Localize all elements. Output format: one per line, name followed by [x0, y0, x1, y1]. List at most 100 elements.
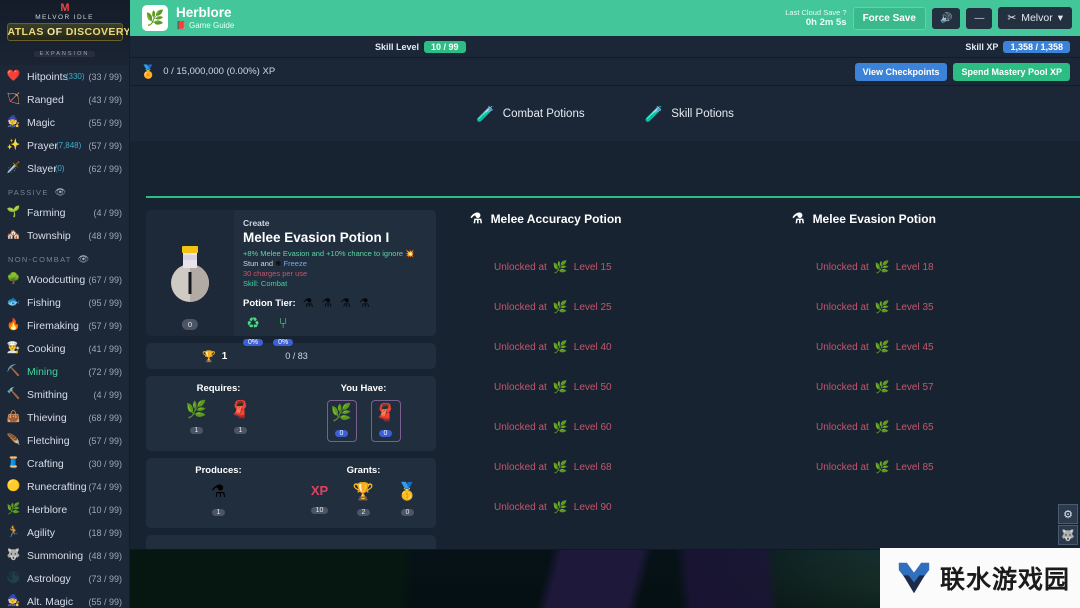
sidebar-item-agility[interactable]: 🏃 Agility (18 / 99): [0, 521, 129, 544]
volume-icon[interactable]: 🔊: [931, 7, 961, 29]
sidebar-item-extra: (7,848): [55, 141, 82, 150]
force-save-button[interactable]: Force Save: [852, 6, 926, 30]
eye-icon[interactable]: 👁: [55, 187, 68, 198]
mastery-pool-bar: 🏅 0 / 15,000,000 (0.00%) XP View Checkpo…: [130, 58, 1080, 86]
logo-expansion-label: EXPANSION: [33, 51, 96, 57]
item-qty: 1: [233, 427, 248, 434]
sidebar-item-summoning[interactable]: 🐺 Summoning (48 / 99): [0, 544, 129, 567]
minimize-button[interactable]: —: [966, 7, 993, 29]
herb-item[interactable]: 🌿 0: [326, 400, 357, 442]
sidebar-item-level: (30 / 99): [88, 458, 122, 469]
potion-preview: 0: [146, 210, 234, 336]
sidebar-item-farming[interactable]: 🌱 Farming (4 / 99): [0, 201, 129, 224]
sidebar-item-label: Firemaking: [27, 319, 79, 332]
sidebar-item-herblore[interactable]: 🌿 Herblore (10 / 99): [0, 498, 129, 521]
doubling-bonus-value: 0%: [273, 339, 294, 346]
sidebar-item-prayer[interactable]: ✨ Prayer (7,848) (57 / 99): [0, 134, 129, 157]
sidebar-item-mining[interactable]: ⛏️ Mining (72 / 99): [0, 360, 129, 383]
unlock-level: Level 65: [895, 421, 934, 433]
potion-tier-4-icon[interactable]: ⚗: [359, 296, 370, 310]
sidebar-item-firemaking[interactable]: 🔥 Firemaking (57 / 99): [0, 314, 129, 337]
sidebar-item-thieving[interactable]: 👜 Thieving (68 / 99): [0, 406, 129, 429]
skill-potions-tab[interactable]: 🧪 Skill Potions: [645, 105, 734, 123]
sidebar-item-fishing[interactable]: 🐟 Fishing (95 / 99): [0, 291, 129, 314]
you-have-label: You Have:: [340, 383, 387, 394]
wolf-icon[interactable]: 🐺: [1058, 525, 1078, 545]
sidebar-item-cooking[interactable]: 👨‍🍳 Cooking (41 / 99): [0, 337, 129, 360]
eye-icon[interactable]: 👁: [78, 254, 91, 265]
chef-hat-icon: 👨‍🍳: [6, 342, 21, 354]
game-logo[interactable]: M MELVOR IDLE ATLAS OF DISCOVERY EXPANSI…: [0, 0, 129, 65]
sidebar-item-magic[interactable]: 🧙 Magic (55 / 99): [0, 111, 129, 134]
spend-mastery-pool-button[interactable]: Spend Mastery Pool XP: [953, 62, 1070, 81]
herblore-leaf-icon: 🌿: [552, 300, 568, 314]
sidebar-item-slayer[interactable]: 🗡️ Slayer (0) (62 / 99): [0, 157, 129, 180]
sidebar-item-label: Summoning: [27, 549, 84, 562]
sidebar-item-label: Smithing: [27, 388, 68, 401]
sidebar-item-smithing[interactable]: 🔨 Smithing (4 / 99): [0, 383, 129, 406]
leaf-icon: 🌿: [142, 5, 168, 31]
page-title: Herblore: [176, 5, 232, 20]
fish-icon: 🐟: [6, 296, 21, 308]
sidebar-item-hitpoints[interactable]: ❤️ Hitpoints (330) (33 / 99): [0, 65, 129, 88]
create-panel: 0 Create Melee Evasion Potion I +8% Mele…: [146, 198, 436, 549]
fire-icon: 🔥: [6, 319, 21, 331]
potion-flask-icon: [171, 246, 209, 302]
unlock-level: Level 90: [573, 501, 612, 513]
skill-stats-bar: Skill Level 10 / 99 Skill XP 1,358 / 1,3…: [130, 36, 1080, 58]
sidebar-item-ranged[interactable]: 🏹 Ranged (43 / 99): [0, 88, 129, 111]
unlock-row: Unlocked at 🌿 Level 50: [436, 367, 758, 407]
sidebar-item-level: (68 / 99): [88, 412, 122, 423]
sidebar-section-label: PASSIVE: [8, 188, 49, 197]
freeze-icon: ❄: [275, 259, 282, 268]
sidebar-item-level: (74 / 99): [88, 481, 122, 492]
help-icon[interactable]: ?: [842, 8, 846, 17]
sidebar-item-runecrafting[interactable]: 🟡 Runecrafting (74 / 99): [0, 475, 129, 498]
settings-gear-icon[interactable]: ⚙: [1058, 504, 1078, 524]
potion-tier-2-icon[interactable]: ⚗: [321, 296, 332, 310]
xp-grant[interactable]: XP 10: [305, 482, 335, 519]
sidebar-item-crafting[interactable]: 🧵 Crafting (30 / 99): [0, 452, 129, 475]
sidebar-item-level: (55 / 99): [88, 117, 122, 128]
game-guide-link[interactable]: 📕 Game Guide: [176, 21, 234, 30]
herb-item-icon: 🌿: [185, 400, 208, 419]
sidebar-item-label: Fletching: [27, 434, 70, 447]
sidebar-item-label: Township: [27, 229, 71, 242]
sidebar-item-level: (57 / 99): [88, 140, 122, 151]
sidebar-item-level: (10 / 99): [88, 504, 122, 515]
mushroom-item[interactable]: 🧣 0: [370, 400, 401, 442]
prayer-icon: ✨: [6, 139, 21, 151]
sidebar-item-fletching[interactable]: 🪶 Fletching (57 / 99): [0, 429, 129, 452]
skill-xp-value: 1,358 / 1,358: [1003, 40, 1070, 53]
logo-mark: M: [60, 2, 69, 14]
potion-tier-1-icon[interactable]: ⚗: [303, 296, 314, 310]
sidebar-item-label: Cooking: [27, 342, 66, 355]
unlock-prefix: Unlocked at: [816, 341, 869, 353]
sidebar-item-astrology[interactable]: 🌑 Astrology (73 / 99): [0, 567, 129, 590]
herblore-leaf-icon: 🌿: [552, 340, 568, 354]
unlock-prefix: Unlocked at: [816, 461, 869, 473]
mastery-pool-icon: 🏅: [140, 63, 157, 79]
combat-potions-tab[interactable]: 🧪 Combat Potions: [476, 105, 585, 123]
sidebar-item-level: (95 / 99): [88, 297, 122, 308]
unlock-prefix: Unlocked at: [816, 261, 869, 273]
sidebar-item-township[interactable]: 🏘️ Township (48 / 99): [0, 224, 129, 247]
view-checkpoints-button[interactable]: View Checkpoints: [854, 62, 948, 81]
mushroom-item[interactable]: 🧣 1: [226, 400, 256, 437]
herb-item[interactable]: 🌿 1: [182, 400, 212, 437]
potion-tier-3-icon[interactable]: ⚗: [340, 296, 351, 310]
herblore-leaf-icon: 🌿: [874, 420, 890, 434]
melee-evasion-potion-item[interactable]: ⚗ 1: [204, 482, 234, 519]
mastery-pool-grant[interactable]: 🥇 0: [393, 482, 423, 519]
sidebar-item-woodcutting[interactable]: 🌳 Woodcutting (67 / 99): [0, 268, 129, 291]
chevron-down-icon: ▾: [1057, 12, 1063, 24]
sidebar-item-alt-magic[interactable]: 🧙 Alt. Magic (55 / 99): [0, 590, 129, 608]
unlock-prefix: Unlocked at: [494, 341, 547, 353]
pickaxe-icon: ⛏️: [6, 365, 21, 377]
potion-flask-icon: 🧪: [644, 105, 664, 123]
stun-icon: 💥: [405, 249, 415, 258]
user-menu-button[interactable]: ✂ Melvor ▾: [998, 7, 1072, 29]
skill-header: 🌿 Herblore 📕 Game Guide: [130, 5, 234, 31]
desc-stun-label: Stun: [243, 259, 259, 268]
mastery-xp-grant[interactable]: 🏆 2: [349, 482, 379, 519]
